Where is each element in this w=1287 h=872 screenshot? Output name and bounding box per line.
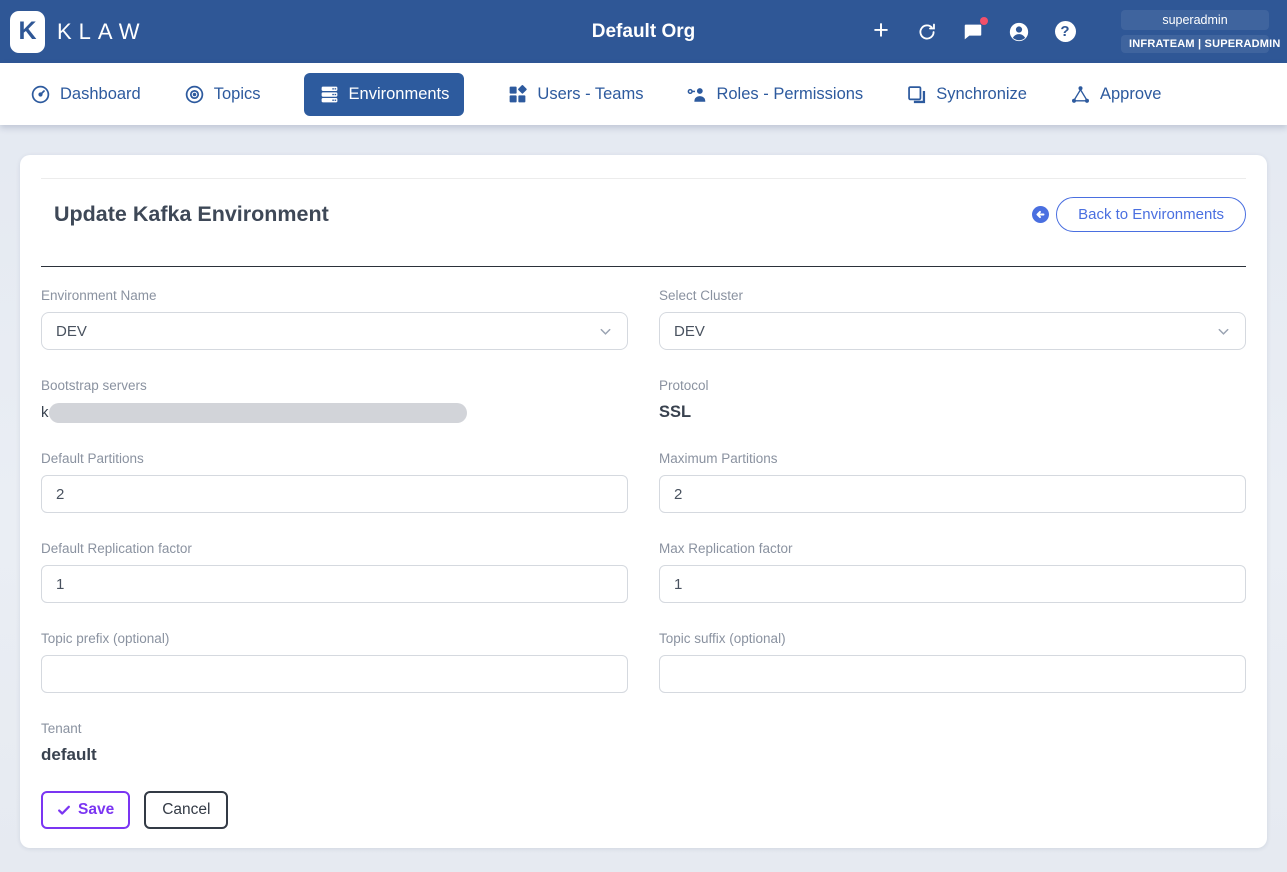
maximum-partitions-input[interactable] — [659, 475, 1246, 513]
max-replication-factor-label: Max Replication factor — [659, 541, 1246, 556]
field-topic-prefix: Topic prefix (optional) — [41, 631, 628, 693]
team-role-badge: INFRATEAM | SUPERADMIN — [1121, 35, 1269, 53]
tenant-value: default — [41, 745, 628, 765]
tab-label: Dashboard — [60, 85, 141, 104]
tab-roles-permissions[interactable]: Roles - Permissions — [686, 84, 863, 105]
select-cluster-value: DEV — [674, 323, 705, 340]
target-icon — [184, 84, 205, 105]
username-badge: superadmin — [1121, 10, 1269, 30]
default-partitions-input[interactable] — [41, 475, 628, 513]
select-cluster-select[interactable]: DEV — [659, 312, 1246, 350]
bootstrap-servers-visible-text: k — [41, 404, 49, 421]
heading-divider — [41, 266, 1246, 267]
chat-icon[interactable] — [961, 20, 985, 44]
field-topic-suffix: Topic suffix (optional) — [659, 631, 1246, 693]
select-cluster-label: Select Cluster — [659, 288, 1246, 303]
field-protocol: Protocol SSL — [659, 378, 1246, 423]
arrow-left-circle-icon — [1032, 206, 1049, 223]
environment-name-label: Environment Name — [41, 288, 628, 303]
tab-synchronize[interactable]: Synchronize — [906, 84, 1027, 105]
back-button-label: Back to Environments — [1056, 197, 1246, 232]
field-select-cluster: Select Cluster DEV — [659, 288, 1246, 350]
user-info: superadmin INFRATEAM | SUPERADMIN — [1121, 10, 1269, 53]
network-nodes-icon — [1070, 84, 1091, 105]
page-title: Update Kafka Environment — [54, 202, 329, 227]
max-replication-factor-input[interactable] — [659, 565, 1246, 603]
tab-label: Synchronize — [936, 85, 1027, 104]
redaction-overlay — [49, 403, 467, 423]
logo-letter: K — [18, 17, 36, 46]
server-stack-icon — [319, 84, 340, 105]
maximum-partitions-label: Maximum Partitions — [659, 451, 1246, 466]
default-partitions-label: Default Partitions — [41, 451, 628, 466]
field-bootstrap-servers: Bootstrap servers k — [41, 378, 628, 423]
bootstrap-servers-label: Bootstrap servers — [41, 378, 628, 393]
field-tenant: Tenant default — [41, 721, 628, 765]
dashboard-gauge-icon — [30, 84, 51, 105]
field-environment-name: Environment Name DEV — [41, 288, 628, 350]
save-button[interactable]: Save — [41, 791, 130, 829]
brand-name: KLAW — [57, 19, 147, 45]
update-environment-card: Update Kafka Environment Back to Environ… — [20, 155, 1267, 848]
tab-label: Approve — [1100, 85, 1161, 104]
protocol-value: SSL — [659, 402, 1246, 422]
main-nav: Dashboard Topics Environments — [0, 63, 1287, 125]
refresh-icon[interactable] — [915, 20, 939, 44]
environment-form: Environment Name DEV Select Cluster DEV — [41, 288, 1246, 829]
spacer — [659, 721, 1246, 791]
header-actions: + ? superadmin — [869, 10, 1269, 53]
environment-name-value: DEV — [56, 323, 87, 340]
klaw-logo-icon: K — [10, 11, 45, 53]
account-icon[interactable] — [1007, 20, 1031, 44]
title-row: Update Kafka Environment Back to Environ… — [41, 179, 1246, 266]
back-to-environments-button[interactable]: Back to Environments — [1032, 197, 1246, 232]
klaw-logo[interactable]: K KLAW — [10, 11, 147, 53]
field-default-replication-factor: Default Replication factor — [41, 541, 628, 603]
app-header: K KLAW Default Org + — [0, 0, 1287, 63]
form-actions: Save Cancel — [41, 791, 1246, 829]
environment-name-select[interactable]: DEV — [41, 312, 628, 350]
field-maximum-partitions: Maximum Partitions — [659, 451, 1246, 513]
default-replication-factor-input[interactable] — [41, 565, 628, 603]
page-body: Update Kafka Environment Back to Environ… — [0, 125, 1287, 848]
chevron-down-icon — [1216, 324, 1231, 339]
cancel-button-label: Cancel — [162, 800, 210, 820]
check-icon — [57, 803, 71, 817]
topic-prefix-input[interactable] — [41, 655, 628, 693]
field-default-partitions: Default Partitions — [41, 451, 628, 513]
tab-label: Topics — [214, 85, 261, 104]
save-button-label: Save — [78, 800, 114, 820]
notification-dot — [980, 17, 988, 25]
tab-users-teams[interactable]: Users - Teams — [507, 84, 643, 105]
tab-label: Environments — [349, 85, 450, 104]
tab-label: Users - Teams — [537, 85, 643, 104]
default-replication-factor-label: Default Replication factor — [41, 541, 628, 556]
topic-suffix-label: Topic suffix (optional) — [659, 631, 1246, 646]
tab-dashboard[interactable]: Dashboard — [30, 84, 141, 105]
tab-environments[interactable]: Environments — [304, 73, 465, 116]
add-icon[interactable]: + — [869, 20, 893, 44]
bootstrap-servers-value: k — [41, 402, 628, 423]
help-icon[interactable]: ? — [1053, 20, 1077, 44]
chevron-down-icon — [598, 324, 613, 339]
tenant-label: Tenant — [41, 721, 628, 736]
widgets-icon — [507, 84, 528, 105]
tab-approve[interactable]: Approve — [1070, 84, 1161, 105]
tab-label: Roles - Permissions — [716, 85, 863, 104]
copy-layers-icon — [906, 84, 927, 105]
tab-topics[interactable]: Topics — [184, 84, 261, 105]
protocol-label: Protocol — [659, 378, 1246, 393]
topic-suffix-input[interactable] — [659, 655, 1246, 693]
person-key-icon — [686, 84, 707, 105]
topic-prefix-label: Topic prefix (optional) — [41, 631, 628, 646]
org-title: Default Org — [592, 21, 695, 43]
field-max-replication-factor: Max Replication factor — [659, 541, 1246, 603]
cancel-button[interactable]: Cancel — [144, 791, 228, 829]
